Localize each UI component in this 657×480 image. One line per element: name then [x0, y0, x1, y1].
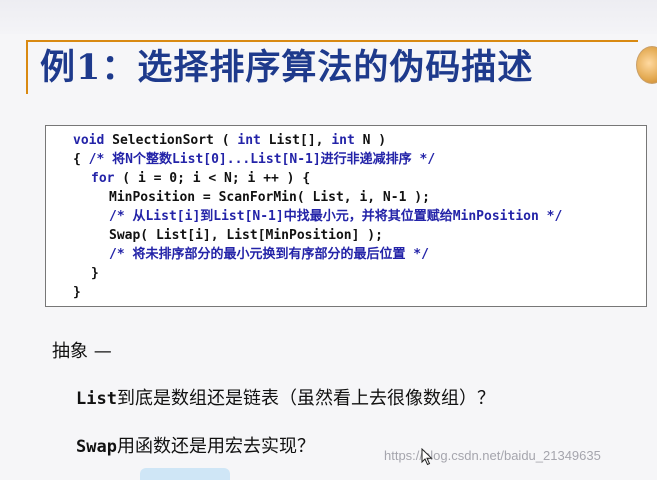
code-text: Swap( List[i], List[MinPosition] ); [109, 228, 383, 243]
code-line-1: void SelectionSort ( int List[], int N ) [73, 132, 386, 149]
question-2-text: 用函数还是用宏去实现？ [116, 436, 315, 457]
code-keyword: for [91, 171, 115, 186]
mouse-cursor-icon [421, 448, 433, 466]
question-1-text: 到底是数组还是链表（虽然看上去很像数组）？ [116, 388, 495, 409]
code-text: SelectionSort ( [104, 133, 238, 148]
code-text: N ) [354, 133, 387, 148]
code-comment: /* 将N个整数List[0]...List[N-1]进行非递减排序 */ [88, 152, 436, 167]
question-1: List到底是数组还是链表（虽然看上去很像数组）？ [76, 384, 495, 410]
code-line-8: } [91, 265, 99, 282]
question-1-term: List [76, 389, 117, 409]
abstraction-label: 抽象 — [52, 341, 112, 362]
code-text: } [91, 266, 99, 281]
code-line-5: /* 从List[i]到List[N-1]中找最小元，并将其位置赋给MinPos… [109, 208, 562, 225]
avatar [636, 46, 657, 84]
code-line-2: { /* 将N个整数List[0]...List[N-1]进行非递减排序 */ [73, 151, 435, 168]
code-line-6: Swap( List[i], List[MinPosition] ); [109, 227, 383, 244]
code-keyword: int [237, 133, 261, 148]
top-bar [0, 0, 657, 34]
code-line-3: for ( i = 0; i < N; i ++ ) { [91, 170, 310, 187]
code-text: List[], [260, 133, 332, 148]
code-text: } [73, 285, 81, 300]
code-text: ( i = 0; i < N; i ++ ) { [114, 171, 311, 186]
code-text: { [73, 152, 89, 167]
code-keyword: void [73, 133, 105, 148]
code-box: void SelectionSort ( int List[], int N )… [45, 125, 647, 307]
code-comment: /* 将未排序部分的最小元换到有序部分的最后位置 */ [109, 247, 429, 262]
code-line-4: MinPosition = ScanForMin( List, i, N-1 )… [109, 189, 430, 206]
watermark-url: https://blog.csdn.net/baidu_21349635 [384, 448, 601, 463]
question-2-term: Swap [76, 437, 117, 457]
decorative-shape [140, 468, 230, 480]
code-keyword: int [331, 133, 355, 148]
code-comment: /* 从List[i]到List[N-1]中找最小元，并将其位置赋给MinPos… [109, 209, 563, 224]
slide-title: 例1：选择排序算法的伪码描述 [40, 47, 534, 88]
code-line-9: } [73, 284, 81, 301]
code-text: MinPosition = ScanForMin( List, i, N-1 )… [109, 190, 430, 205]
question-2: Swap用函数还是用宏去实现？ [76, 432, 315, 458]
code-line-7: /* 将未排序部分的最小元换到有序部分的最后位置 */ [109, 246, 429, 263]
